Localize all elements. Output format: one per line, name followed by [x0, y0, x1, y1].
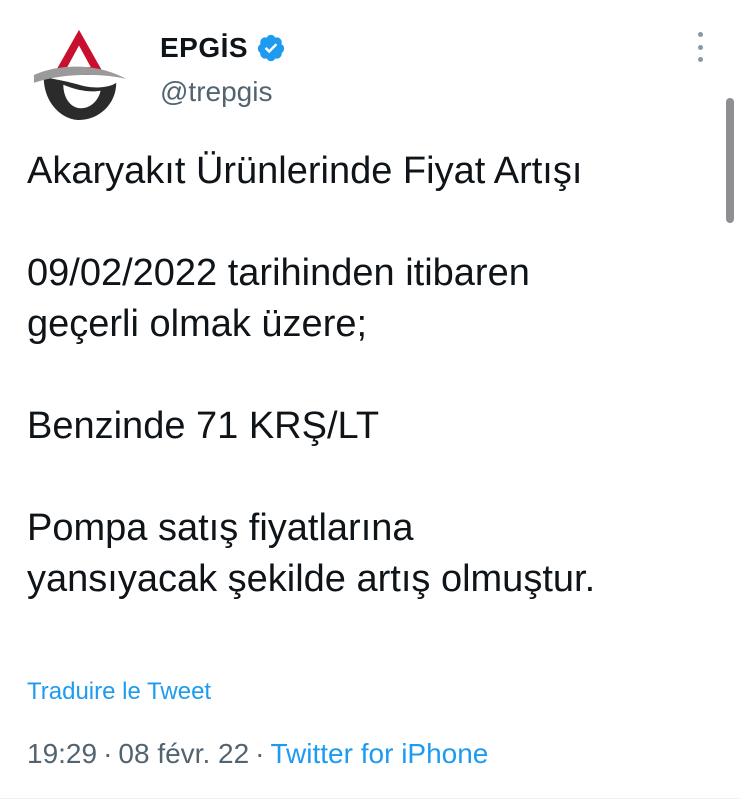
- tweet-blank-line: [27, 452, 717, 503]
- separator: ·: [103, 738, 113, 769]
- epgis-logo-icon: [31, 25, 127, 121]
- tweet-blank-line: [27, 350, 717, 401]
- tweet-text: Akaryakıt Ürünlerinde Fiyat Artışı 09/02…: [27, 146, 717, 605]
- tweet-date[interactable]: 08 févr. 22: [118, 738, 249, 769]
- tweet-line: Akaryakıt Ürünlerinde Fiyat Artışı: [27, 150, 583, 192]
- dot: [697, 32, 703, 37]
- more-options-icon[interactable]: [688, 32, 712, 62]
- tweet-line: geçerli olmak üzere;: [27, 303, 368, 345]
- separator: ·: [255, 738, 265, 769]
- verified-badge-icon: [257, 34, 285, 62]
- tweet-line: Benzinde 71 KRŞ/LT: [27, 405, 380, 447]
- tweet-time[interactable]: 19:29: [27, 738, 97, 769]
- tweet-metadata: 19:29 · 08 févr. 22 · Twitter for iPhone: [27, 738, 488, 770]
- scrollbar[interactable]: [726, 98, 734, 223]
- tweet-line: Pompa satış fiyatlarına: [27, 507, 414, 549]
- tweet-source-link[interactable]: Twitter for iPhone: [271, 738, 489, 769]
- tweet-line: 09/02/2022 tarihinden itibaren: [27, 252, 530, 294]
- translate-tweet-link[interactable]: Traduire le Tweet: [27, 678, 211, 706]
- tweet-line: yansıyacak şekilde artış olmuştur.: [27, 558, 596, 600]
- user-handle[interactable]: @trepgis: [160, 76, 272, 108]
- avatar[interactable]: [30, 24, 128, 122]
- divider: [0, 798, 740, 799]
- display-name[interactable]: EPGİS: [160, 32, 248, 64]
- dot: [697, 44, 703, 50]
- tweet-card: EPGİS @trepgis Akaryakıt Ürünlerinde Fiy…: [0, 0, 740, 806]
- author-name-row[interactable]: EPGİS: [160, 30, 286, 66]
- tweet-blank-line: [27, 197, 717, 248]
- dot: [697, 57, 703, 62]
